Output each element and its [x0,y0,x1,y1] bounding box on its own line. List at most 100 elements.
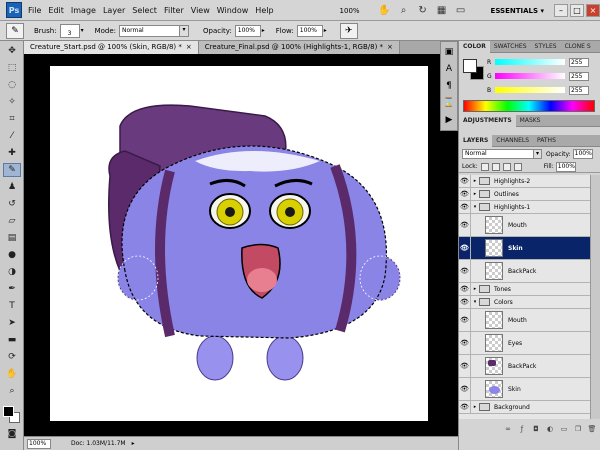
new-layer-icon[interactable]: ❐ [573,425,583,434]
close-tab-icon[interactable]: × [387,43,393,51]
lock-position-icon[interactable] [502,162,511,171]
close-tab-icon[interactable]: × [186,43,192,51]
brush-preset-picker[interactable]: 3 [59,23,80,38]
eyedropper-tool-icon[interactable]: ⁄ [3,129,21,143]
paragraph-icon[interactable]: ¶ [442,79,456,93]
screen-mode-icon[interactable]: ▭ [454,4,468,18]
tab-channels[interactable]: CHANNELS [492,135,533,147]
history-icon[interactable]: ⌛ [442,96,456,110]
fx-icon[interactable]: ƒ [517,425,527,434]
trash-icon[interactable]: 🗑 [587,425,597,434]
menu-image[interactable]: Image [71,6,96,15]
menu-view[interactable]: View [191,6,210,15]
visibility-eye-icon[interactable]: 👁 [459,401,471,413]
visibility-eye-icon[interactable]: 👁 [459,214,471,236]
eraser-tool-icon[interactable]: ▱ [3,214,21,228]
visibility-eye-icon[interactable]: 👁 [459,260,471,282]
maximize-button[interactable]: □ [570,4,584,17]
lock-transparent-icon[interactable] [480,162,489,171]
status-menu-arrow[interactable]: ▸ [132,440,135,447]
navigator-icon[interactable]: ▣ [442,45,456,59]
visibility-eye-icon[interactable]: 👁 [459,283,471,295]
tab-clone-source[interactable]: CLONE S [561,41,595,53]
mode-select[interactable]: Normal ▾ [119,24,189,37]
visibility-eye-icon[interactable]: 👁 [459,355,471,377]
blend-mode-select[interactable]: Normal ▾ [462,149,542,159]
pen-tool-icon[interactable]: ✒ [3,282,21,296]
adjustment-layer-icon[interactable]: ◐ [545,425,555,434]
flow-field[interactable]: 100% [296,24,323,37]
green-slider[interactable] [495,73,565,79]
chevron-down-icon[interactable]: ▾ [471,299,479,305]
chevron-right-icon[interactable]: ▸ [471,404,479,410]
layer-row[interactable]: 👁 Eyes [459,332,590,355]
blue-value-field[interactable]: 255 [569,85,589,95]
tab-styles[interactable]: STYLES [531,41,561,53]
clone-stamp-tool-icon[interactable]: ♟ [3,180,21,194]
lasso-tool-icon[interactable]: ◌ [3,78,21,92]
workspace-switcher[interactable]: ESSENTIALS ▾ [491,7,544,15]
layer-row[interactable]: 👁 BackPack [459,260,590,283]
link-layers-icon[interactable]: ∞ [503,425,513,434]
actions-icon[interactable]: ▶ [442,113,456,127]
arrange-documents-icon[interactable]: ▦ [435,4,449,18]
minimize-button[interactable]: – [554,4,568,17]
gradient-tool-icon[interactable]: ▤ [3,231,21,245]
history-brush-tool-icon[interactable]: ↺ [3,197,21,211]
tab-adjustments[interactable]: ADJUSTMENTS [459,114,516,127]
flow-slider-arrow[interactable]: ▸ [324,27,332,34]
red-value-field[interactable]: 255 [569,57,589,67]
menu-edit[interactable]: Edit [48,6,64,15]
layer-row[interactable]: 👁 Mouth [459,214,590,237]
menu-window[interactable]: Window [217,6,249,15]
new-group-icon[interactable]: ▭ [559,425,569,434]
visibility-eye-icon[interactable]: 👁 [459,237,471,259]
tab-color[interactable]: COLOR [459,40,490,53]
layer-row[interactable]: 👁 Mouth [459,309,590,332]
visibility-eye-icon[interactable]: 👁 [459,175,471,187]
3d-rotate-tool-icon[interactable]: ⟳ [3,350,21,364]
canvas-pasteboard[interactable] [24,54,458,436]
chevron-down-icon[interactable]: ▾ [81,27,89,34]
visibility-eye-icon[interactable]: 👁 [459,378,471,400]
tab-creature-final[interactable]: Creature_Final.psd @ 100% (Highlights-1,… [198,41,400,54]
color-swatches[interactable] [3,406,21,424]
move-tool-icon[interactable]: ✥ [3,44,21,58]
layer-group-row[interactable]: 👁 ▸ Outlines [459,188,590,201]
chevron-right-icon[interactable]: ▸ [471,178,479,184]
character-icon[interactable]: A [442,62,456,76]
tab-swatches[interactable]: SWATCHES [490,41,531,53]
close-window-button[interactable]: × [586,4,600,17]
green-value-field[interactable]: 255 [569,71,589,81]
opacity-slider-arrow[interactable]: ▸ [262,27,270,34]
layer-row[interactable]: 👁 Skin [459,378,590,401]
layer-row[interactable]: 👁 BackPack [459,355,590,378]
dodge-tool-icon[interactable]: ◑ [3,265,21,279]
type-tool-icon[interactable]: T [3,299,21,313]
chevron-right-icon[interactable]: ▸ [471,191,479,197]
status-zoom-field[interactable]: 100% [27,438,51,449]
layer-list-scrollbar[interactable] [590,175,600,419]
zoom-tool-icon[interactable]: ⌕ [397,4,411,18]
chevron-right-icon[interactable]: ▸ [471,286,479,292]
menu-help[interactable]: Help [255,6,273,15]
document-canvas[interactable] [50,66,428,421]
layer-group-row[interactable]: 👁 ▾ Highlights-1 [459,201,590,214]
crop-tool-icon[interactable]: ⌗ [3,112,21,126]
layer-fill-field[interactable]: 100% [555,161,576,172]
color-spectrum-bar[interactable] [463,100,595,112]
tab-layers[interactable]: LAYERS [459,134,493,147]
visibility-eye-icon[interactable]: 👁 [459,296,471,308]
tool-preset-picker[interactable]: ✎ [6,22,24,39]
layer-row[interactable]: 👁 Skin [459,237,590,260]
menu-file[interactable]: File [28,6,41,15]
zoom-level-select[interactable]: 100% [340,7,360,15]
layer-opacity-field[interactable]: 100% [572,149,593,159]
brush-tool-icon[interactable]: ✎ [3,163,21,177]
visibility-eye-icon[interactable]: 👁 [459,309,471,331]
menu-filter[interactable]: Filter [164,6,184,15]
healing-brush-tool-icon[interactable]: ✚ [3,146,21,160]
hand-tool-icon[interactable]: ✋ [3,367,21,381]
marquee-tool-icon[interactable]: ⬚ [3,61,21,75]
menu-select[interactable]: Select [132,6,157,15]
